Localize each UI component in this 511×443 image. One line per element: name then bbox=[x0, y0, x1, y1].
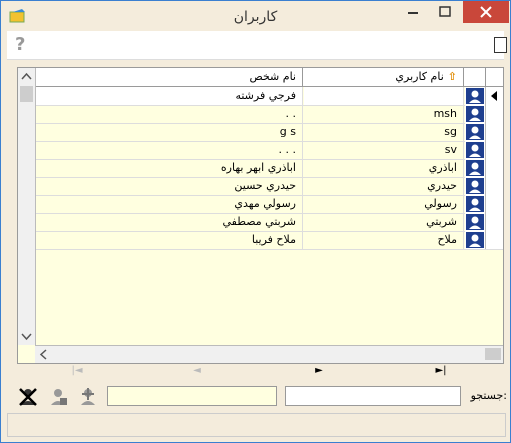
user-avatar-icon bbox=[465, 141, 486, 159]
user-avatar-icon bbox=[465, 87, 486, 105]
cell-user-name[interactable]: حيدري bbox=[304, 177, 464, 195]
table-row[interactable]: . . msh bbox=[36, 105, 503, 124]
table-row[interactable]: . . . sv bbox=[36, 141, 503, 160]
cell-user-name[interactable]: اباذري bbox=[304, 159, 464, 177]
user-avatar-icon bbox=[465, 177, 486, 195]
table-row[interactable]: حيدري حسين حيدري bbox=[36, 177, 503, 196]
previous-record-button[interactable]: ◄ bbox=[187, 365, 207, 379]
user-avatar-icon bbox=[465, 105, 486, 123]
table-row[interactable]: شربتي مصطفي شربتي bbox=[36, 213, 503, 232]
title-bar: كاربران bbox=[1, 1, 510, 31]
row-selector[interactable] bbox=[486, 195, 503, 213]
hscroll-thumb[interactable] bbox=[485, 348, 501, 360]
cell-user-name[interactable]: ملاح bbox=[304, 231, 464, 249]
table-row[interactable]: فرجي فرشته bbox=[36, 87, 503, 106]
cell-person-name[interactable]: . . bbox=[36, 105, 303, 123]
column-header-person-name[interactable]: نام شخص bbox=[36, 68, 303, 86]
last-record-button[interactable]: ►| bbox=[431, 365, 451, 379]
column-header-user-name[interactable]: نام كاربري ⇧ bbox=[304, 68, 464, 86]
users-grid: نام شخص نام كاربري ⇧ فرجي فرشته. . msh g ss… bbox=[17, 67, 504, 364]
cell-user-name[interactable] bbox=[304, 87, 464, 105]
user-avatar-icon bbox=[465, 231, 486, 249]
table-row[interactable]: ملاح فريبا ملاح bbox=[36, 231, 503, 250]
bottom-toolbar: جستجو: bbox=[13, 383, 507, 411]
navigation-bar: |◄ ◄ ► ►| bbox=[17, 363, 502, 381]
filter-field[interactable] bbox=[107, 386, 277, 406]
cell-person-name[interactable]: . . . bbox=[36, 141, 303, 159]
scroll-up-icon[interactable] bbox=[18, 70, 35, 84]
row-selector[interactable] bbox=[486, 123, 503, 141]
column-header-user-name-label: نام كاربري bbox=[395, 70, 444, 83]
user-avatar-icon bbox=[465, 159, 486, 177]
row-selector[interactable] bbox=[486, 159, 503, 177]
scroll-down-icon[interactable] bbox=[18, 329, 35, 343]
cell-person-name[interactable]: ملاح فريبا bbox=[36, 231, 303, 249]
row-selector[interactable] bbox=[486, 105, 503, 123]
minimize-button[interactable] bbox=[399, 1, 427, 23]
row-selector[interactable] bbox=[486, 177, 503, 195]
cell-person-name[interactable]: شربتي مصطفي bbox=[36, 213, 303, 231]
cell-user-name[interactable]: msh bbox=[304, 105, 464, 123]
current-row-indicator-icon[interactable] bbox=[486, 87, 503, 105]
status-bar bbox=[7, 413, 506, 437]
cell-user-name[interactable]: sg bbox=[304, 123, 464, 141]
user-avatar-icon bbox=[465, 213, 486, 231]
users-window: كاربران ? نام شخص نام كاربري ⇧ فرجي فرشت… bbox=[0, 0, 511, 443]
table-row[interactable]: اباذري ابهر بهاره اباذري bbox=[36, 159, 503, 178]
user-avatar-icon bbox=[465, 123, 486, 141]
column-header-selector bbox=[486, 68, 503, 86]
search-label: جستجو: bbox=[470, 389, 507, 402]
cell-person-name[interactable]: g s bbox=[36, 123, 303, 141]
horizontal-scrollbar[interactable] bbox=[35, 345, 503, 363]
edit-user-icon[interactable] bbox=[47, 386, 69, 408]
next-record-button[interactable]: ► bbox=[309, 365, 329, 379]
sort-ascending-icon: ⇧ bbox=[447, 70, 457, 83]
panel-toggle-icon[interactable] bbox=[494, 37, 507, 53]
delete-user-icon[interactable] bbox=[17, 386, 39, 408]
grid-header: نام شخص نام كاربري ⇧ bbox=[18, 68, 503, 87]
column-header-icon bbox=[465, 68, 486, 86]
scroll-left-icon[interactable] bbox=[37, 346, 51, 363]
maximize-button[interactable] bbox=[431, 1, 459, 23]
add-user-icon[interactable] bbox=[77, 386, 99, 408]
cell-person-name[interactable]: فرجي فرشته bbox=[36, 87, 303, 105]
scroll-thumb[interactable] bbox=[20, 86, 33, 102]
table-row[interactable]: رسولي مهدي رسولي bbox=[36, 195, 503, 214]
vertical-scrollbar[interactable] bbox=[18, 68, 36, 345]
cell-user-name[interactable]: شربتي bbox=[304, 213, 464, 231]
cell-person-name[interactable]: حيدري حسين bbox=[36, 177, 303, 195]
cell-person-name[interactable]: اباذري ابهر بهاره bbox=[36, 159, 303, 177]
toolbar: ? bbox=[7, 31, 507, 60]
user-avatar-icon bbox=[465, 195, 486, 213]
row-selector[interactable] bbox=[486, 141, 503, 159]
help-icon[interactable]: ? bbox=[15, 34, 25, 55]
first-record-button[interactable]: |◄ bbox=[67, 365, 87, 379]
row-selector[interactable] bbox=[486, 213, 503, 231]
cell-user-name[interactable]: sv bbox=[304, 141, 464, 159]
table-row[interactable]: g s sg bbox=[36, 123, 503, 142]
cell-person-name[interactable]: رسولي مهدي bbox=[36, 195, 303, 213]
row-selector[interactable] bbox=[486, 231, 503, 249]
cell-user-name[interactable]: رسولي bbox=[304, 195, 464, 213]
close-button[interactable] bbox=[463, 1, 509, 23]
search-input[interactable] bbox=[285, 386, 461, 406]
